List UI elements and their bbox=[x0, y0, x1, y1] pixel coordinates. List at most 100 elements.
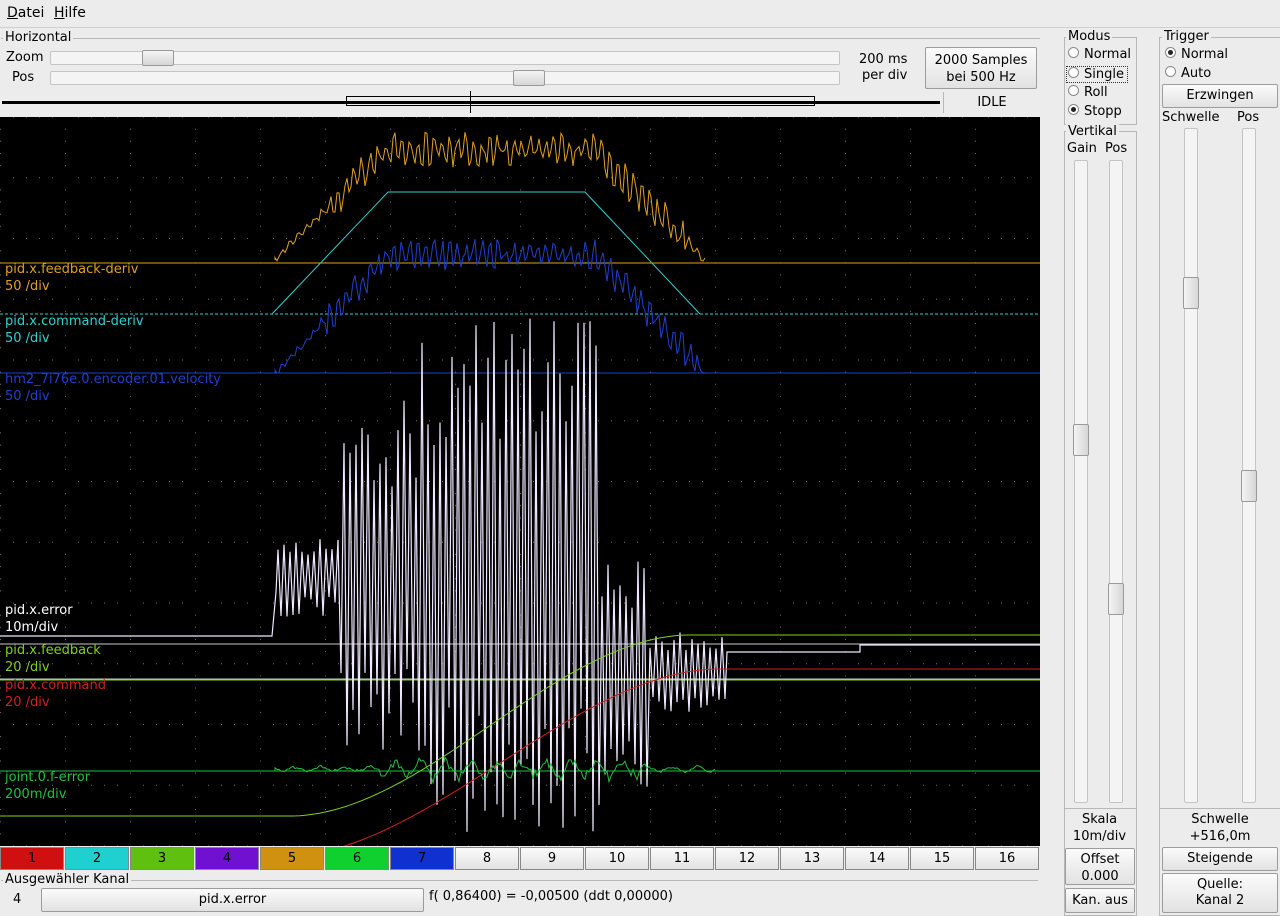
trace-label: pid.x.command-deriv 50 /div bbox=[5, 313, 144, 347]
trigger-source-button[interactable]: Quelle: Kanal 2 bbox=[1162, 873, 1278, 913]
trace-name: hm2_7i76e.0.encoder.01.velocity bbox=[5, 372, 221, 387]
modus-option-normal[interactable]: Normal bbox=[1068, 47, 1131, 62]
modus-option-label: Roll bbox=[1084, 85, 1108, 100]
channel-button-9[interactable]: 9 bbox=[520, 847, 584, 870]
horizontal-title: Horizontal bbox=[3, 30, 74, 45]
gain-label: Gain bbox=[1067, 141, 1097, 156]
force-trigger-button[interactable]: Erzwingen bbox=[1162, 84, 1278, 108]
channel-button-11[interactable]: 11 bbox=[650, 847, 714, 870]
pos-label: Pos bbox=[12, 70, 35, 85]
zoom-slider[interactable] bbox=[50, 50, 840, 66]
record-window[interactable] bbox=[346, 96, 815, 106]
modus-title: Modus bbox=[1066, 29, 1113, 44]
vertical-pos-label: Pos bbox=[1105, 141, 1128, 156]
radio-icon[interactable] bbox=[1068, 85, 1079, 96]
trace-name: pid.x.feedback bbox=[5, 643, 101, 658]
samples-rate: bei 500 Hz bbox=[946, 70, 1016, 85]
vertikal-title: Vertikal bbox=[1066, 124, 1119, 139]
trace-label: joint.0.f-error 200m/div bbox=[5, 769, 90, 803]
trace-scale: 200m/div bbox=[5, 787, 67, 802]
trace-name: pid.x.command-deriv bbox=[5, 314, 144, 329]
trigger-pos-slider-handle[interactable] bbox=[1241, 470, 1257, 502]
pos-slider-handle[interactable] bbox=[513, 70, 545, 86]
threshold-slider-handle[interactable] bbox=[1183, 277, 1199, 309]
trace-name: pid.x.error bbox=[5, 603, 73, 618]
modus-option-stopp[interactable]: Stopp bbox=[1068, 104, 1122, 119]
channel-button-3[interactable]: 3 bbox=[130, 847, 194, 870]
trigger-source-label: Quelle: bbox=[1196, 877, 1244, 892]
selected-channel-name-button[interactable]: pid.x.error bbox=[41, 888, 424, 912]
trace-scale: 50 /div bbox=[5, 279, 50, 294]
channel-button-16[interactable]: 16 bbox=[975, 847, 1039, 870]
channel-button-13[interactable]: 13 bbox=[780, 847, 844, 870]
radio-icon[interactable] bbox=[1165, 66, 1176, 77]
trace-label: pid.x.command 20 /div bbox=[5, 677, 106, 711]
trace-scale: 10m/div bbox=[5, 620, 59, 635]
threshold-slider[interactable] bbox=[1183, 128, 1199, 803]
modus-option-single[interactable]: Single bbox=[1066, 66, 1128, 83]
gain-slider[interactable] bbox=[1073, 160, 1089, 803]
trace-label: pid.x.error 10m/div bbox=[5, 602, 73, 636]
channel-button-10[interactable]: 10 bbox=[585, 847, 649, 870]
trace-label: hm2_7i76e.0.encoder.01.velocity 50 /div bbox=[5, 371, 221, 405]
gain-slider-handle[interactable] bbox=[1073, 424, 1089, 456]
vertical-pos-slider[interactable] bbox=[1108, 160, 1124, 803]
value-readout: f( 0,86400) = -0,00500 (ddt 0,00000) bbox=[429, 889, 673, 904]
zoom-slider-handle[interactable] bbox=[142, 50, 174, 66]
radio-icon[interactable] bbox=[1068, 104, 1079, 115]
zoom-label: Zoom bbox=[6, 50, 44, 65]
time-per-div: 200 ms bbox=[859, 52, 908, 67]
radio-icon[interactable] bbox=[1068, 47, 1079, 58]
trace-label: pid.x.feedback-deriv 50 /div bbox=[5, 261, 138, 295]
scale-value: 10m/div bbox=[1072, 829, 1127, 844]
channel-button-6[interactable]: 6 bbox=[325, 847, 389, 870]
channel-button-15[interactable]: 15 bbox=[910, 847, 974, 870]
menu-hilfe[interactable]: Hilfe bbox=[54, 5, 86, 21]
threshold-label: Schwelle bbox=[1162, 110, 1220, 125]
trace-scale: 50 /div bbox=[5, 331, 50, 346]
time-per-div-unit: per div bbox=[862, 68, 908, 83]
edge-button[interactable]: Steigende bbox=[1162, 847, 1278, 871]
selected-channel-title: Ausgewähler Kanal bbox=[3, 872, 132, 887]
modus-option-roll[interactable]: Roll bbox=[1068, 85, 1108, 100]
offset-button[interactable]: Offset 0.000 bbox=[1065, 848, 1135, 885]
trigger-option-label: Normal bbox=[1181, 47, 1229, 62]
menu-datei[interactable]: Datei bbox=[7, 5, 44, 21]
samples-count: 2000 Samples bbox=[934, 53, 1028, 68]
trigger-group bbox=[1159, 37, 1280, 916]
radio-icon[interactable] bbox=[1165, 47, 1176, 58]
trigger-option-normal[interactable]: Normal bbox=[1165, 47, 1228, 62]
channel-button-2[interactable]: 2 bbox=[65, 847, 129, 870]
channel-button-7[interactable]: 7 bbox=[390, 847, 454, 870]
trigger-divider bbox=[1160, 808, 1280, 809]
trace-labels: pid.x.feedback-deriv 50 /div pid.x.command… bbox=[0, 117, 1040, 846]
modus-option-label: Stopp bbox=[1084, 104, 1122, 119]
menu-bar: Datei Hilfe bbox=[0, 0, 1280, 28]
trace-scale: 50 /div bbox=[5, 389, 50, 404]
radio-icon[interactable] bbox=[1068, 67, 1079, 78]
vertikal-divider bbox=[1064, 808, 1137, 809]
trace-scale: 20 /div bbox=[5, 695, 50, 710]
scope-display[interactable]: pid.x.feedback-deriv 50 /div pid.x.command… bbox=[0, 117, 1040, 846]
trace-name: pid.x.feedback-deriv bbox=[5, 262, 139, 277]
trigger-pos-slider[interactable] bbox=[1241, 128, 1257, 803]
scale-label: Skala bbox=[1081, 812, 1118, 827]
trigger-title: Trigger bbox=[1162, 29, 1211, 44]
channel-button-14[interactable]: 14 bbox=[845, 847, 909, 870]
trace-label: pid.x.feedback 20 /div bbox=[5, 642, 101, 676]
channel-button-12[interactable]: 12 bbox=[715, 847, 779, 870]
trace-scale: 20 /div bbox=[5, 660, 50, 675]
channel-off-button[interactable]: Kan. aus bbox=[1065, 888, 1135, 913]
pos-slider[interactable] bbox=[50, 70, 840, 86]
channel-button-5[interactable]: 5 bbox=[260, 847, 324, 870]
trigger-option-auto[interactable]: Auto bbox=[1165, 66, 1211, 81]
offset-label: Offset bbox=[1080, 852, 1120, 867]
trigger-marker bbox=[470, 91, 471, 113]
channel-button-1[interactable]: 1 bbox=[0, 847, 64, 870]
modus-option-label: Single bbox=[1084, 67, 1124, 82]
vertical-pos-slider-handle[interactable] bbox=[1108, 583, 1124, 615]
channel-button-8[interactable]: 8 bbox=[455, 847, 519, 870]
samples-button[interactable]: 2000 Samples bei 500 Hz bbox=[925, 47, 1037, 89]
channel-button-4[interactable]: 4 bbox=[195, 847, 259, 870]
status-indicator: IDLE bbox=[943, 92, 1040, 113]
